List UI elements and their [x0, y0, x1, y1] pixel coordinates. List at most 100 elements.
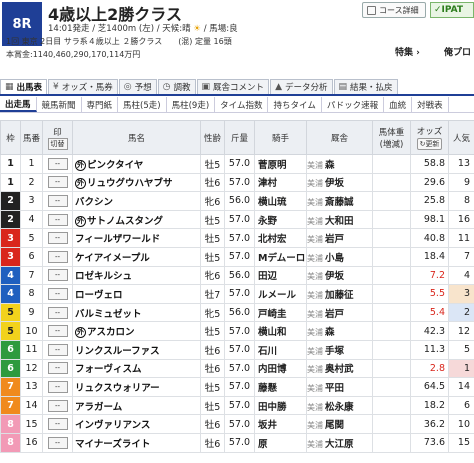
horse-name[interactable]: リュウグウハヤブサ	[87, 178, 173, 189]
odds-cell[interactable]: 98.1	[410, 209, 449, 230]
odds-cell[interactable]: 40.8	[410, 228, 449, 248]
odds-cell[interactable]: 58.8	[410, 154, 449, 174]
mark-select[interactable]: --	[47, 418, 68, 431]
special-feature-link[interactable]: 特集 ›	[395, 45, 420, 58]
horse-name-cell[interactable]: インヴァリアンス	[72, 414, 201, 434]
mark-select[interactable]: --	[47, 176, 68, 189]
horse-name[interactable]: バクシン	[75, 197, 113, 208]
mark-select[interactable]: --	[47, 325, 68, 338]
mark-select[interactable]: --	[47, 194, 68, 207]
horse-name-cell[interactable]: リンクスルーファス	[72, 339, 201, 360]
mark-cell[interactable]: --	[42, 154, 73, 174]
trainer-name[interactable]: 伊坂	[325, 271, 344, 282]
trainer-name[interactable]: 平田	[325, 383, 344, 394]
odds-cell[interactable]: 18.4	[410, 246, 449, 267]
trainer-cell[interactable]: 美浦 岩戸	[306, 228, 373, 248]
trainer-cell[interactable]: 美浦 大江原	[306, 432, 373, 453]
odds-cell[interactable]: 7.2	[410, 265, 449, 286]
odds-update-button[interactable]: ↻更新	[416, 138, 443, 150]
mark-select[interactable]: --	[47, 399, 68, 412]
mark-select[interactable]: --	[47, 213, 68, 226]
tab-sub-item[interactable]: 競馬新聞	[37, 97, 82, 112]
mark-cell[interactable]: --	[42, 284, 73, 304]
trainer-cell[interactable]: 美浦 斎藤誠	[306, 191, 373, 211]
my-pro-link[interactable]: 俺プロ	[444, 45, 471, 58]
tab-sub-item[interactable]: 出走馬	[0, 97, 37, 112]
trainer-name[interactable]: 小島	[325, 253, 344, 264]
trainer-cell[interactable]: 美浦 伊坂	[306, 172, 373, 193]
jockey-cell[interactable]: 横山琉	[254, 191, 307, 211]
jockey-cell[interactable]: 原	[254, 432, 307, 453]
jockey-cell[interactable]: 永野	[254, 209, 307, 230]
jockey-cell[interactable]: 内田博	[254, 358, 307, 379]
odds-cell[interactable]: 64.5	[410, 377, 449, 397]
trainer-name[interactable]: 尾関	[325, 420, 344, 431]
horse-name[interactable]: リュクスウォリアー	[75, 383, 160, 394]
mark-cell[interactable]: --	[42, 395, 73, 416]
mark-select[interactable]: --	[47, 287, 68, 300]
jockey-cell[interactable]: 菅原明	[254, 154, 307, 174]
odds-cell[interactable]: 18.2	[410, 395, 449, 416]
horse-name[interactable]: バルミュゼット	[75, 309, 142, 320]
odds-cell[interactable]: 36.2	[410, 414, 449, 434]
odds-cell[interactable]: 29.6	[410, 172, 449, 193]
trainer-name[interactable]: 大江原	[325, 439, 354, 450]
odds-cell[interactable]: 5.4	[410, 302, 449, 323]
horse-name-cell[interactable]: 外ピンクタイヤ	[72, 154, 201, 174]
horse-name-cell[interactable]: 外アスカロン	[72, 321, 201, 341]
horse-name-cell[interactable]: アラガーム	[72, 395, 201, 416]
trainer-name[interactable]: 手塚	[325, 346, 344, 357]
trainer-cell[interactable]: 美浦 奥村武	[306, 358, 373, 379]
horse-name[interactable]: フォーヴィスム	[75, 364, 142, 375]
jockey-cell[interactable]: 坂井	[254, 414, 307, 434]
trainer-cell[interactable]: 美浦 平田	[306, 377, 373, 397]
mark-cell[interactable]: --	[42, 265, 73, 286]
horse-name[interactable]: リンクスルーファス	[75, 346, 160, 357]
jockey-cell[interactable]: 津村	[254, 172, 307, 193]
odds-cell[interactable]: 25.8	[410, 191, 449, 211]
mark-select[interactable]: --	[47, 380, 68, 393]
mark-cell[interactable]: --	[42, 209, 73, 230]
mark-cell[interactable]: --	[42, 432, 73, 453]
horse-name[interactable]: ピンクタイヤ	[87, 160, 143, 171]
trainer-name[interactable]: 加藤征	[325, 290, 354, 301]
trainer-cell[interactable]: 美浦 加藤征	[306, 284, 373, 304]
trainer-name[interactable]: 伊坂	[325, 178, 344, 189]
tab-sub-item[interactable]: 持ちタイム	[268, 97, 322, 112]
mark-cell[interactable]: --	[42, 377, 73, 397]
mark-cell[interactable]: --	[42, 172, 73, 193]
tab-main-item[interactable]: ¥ オッズ・馬券	[48, 79, 118, 94]
mark-cell[interactable]: --	[42, 246, 73, 267]
horse-name[interactable]: インヴァリアンス	[75, 420, 150, 431]
odds-cell[interactable]: 42.3	[410, 321, 449, 341]
trainer-cell[interactable]: 美浦 尾関	[306, 414, 373, 434]
jockey-cell[interactable]: 北村宏	[254, 228, 307, 248]
odds-cell[interactable]: 5.5	[410, 284, 449, 304]
tab-sub-item[interactable]: 専門紙	[82, 97, 119, 112]
mark-select[interactable]: --	[47, 250, 68, 263]
mark-cell[interactable]: --	[42, 414, 73, 434]
horse-name-cell[interactable]: リュクスウォリアー	[72, 377, 201, 397]
ipat-button[interactable]: ✓ IPAT	[430, 2, 474, 18]
jockey-cell[interactable]: 戸崎圭	[254, 302, 307, 323]
trainer-cell[interactable]: 美浦 小島	[306, 246, 373, 267]
tab-sub-item[interactable]: 馬柱(9走)	[167, 97, 216, 112]
trainer-cell[interactable]: 美浦 伊坂	[306, 265, 373, 286]
trainer-name[interactable]: 松永康	[325, 402, 354, 413]
horse-name[interactable]: マイナーズライト	[75, 439, 150, 450]
horse-name-cell[interactable]: フィールザワールド	[72, 228, 201, 248]
horse-name-cell[interactable]: 外サトノムスタング	[72, 209, 201, 230]
mark-cell[interactable]: --	[42, 339, 73, 360]
mark-cell[interactable]: --	[42, 321, 73, 341]
horse-name-cell[interactable]: ローヴェロ	[72, 284, 201, 304]
jockey-cell[interactable]: Mデムーロ	[254, 246, 307, 267]
mark-toggle-button[interactable]: 切替	[47, 137, 68, 150]
tab-main-item[interactable]: ▤ 結果・払戻	[333, 79, 398, 94]
horse-name[interactable]: ケイアイメープル	[75, 253, 150, 264]
tab-main-item[interactable]: ▦ 出馬表	[0, 79, 48, 94]
trainer-cell[interactable]: 美浦 手塚	[306, 339, 373, 360]
trainer-name[interactable]: 大和田	[325, 216, 354, 227]
course-detail-button[interactable]: コース詳細	[362, 2, 426, 18]
trainer-cell[interactable]: 美浦森	[306, 154, 373, 174]
tab-sub-item[interactable]: タイム指数	[215, 97, 269, 112]
